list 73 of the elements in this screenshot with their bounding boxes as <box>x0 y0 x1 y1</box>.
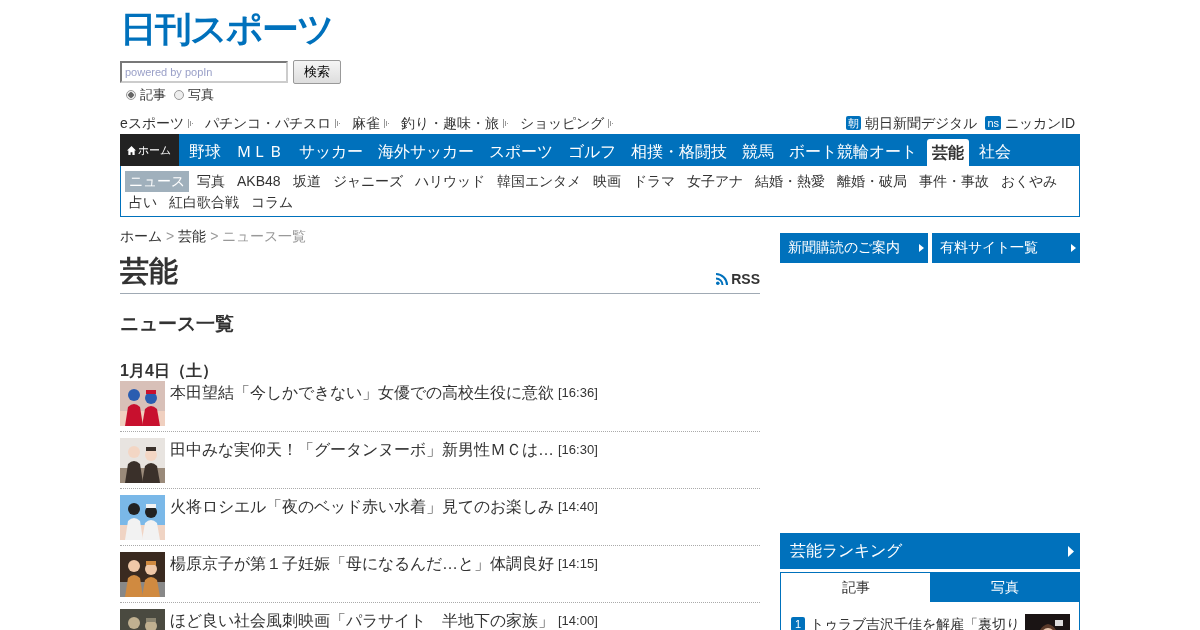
breadcrumb-separator: > <box>210 227 219 245</box>
site-badge-icon: 朝 <box>846 116 862 130</box>
ranking-header[interactable]: 芸能ランキング <box>780 533 1080 569</box>
radio-label: 写真 <box>188 86 214 104</box>
breadcrumb-separator: > <box>166 227 175 245</box>
home-icon <box>127 145 136 155</box>
breadcrumb-current: ニュース一覧 <box>222 227 307 245</box>
breadcrumb-link[interactable]: 芸能 <box>178 227 207 245</box>
subnav-link[interactable]: AKB48 <box>233 171 285 192</box>
subnav-link[interactable]: コラム <box>247 191 297 212</box>
news-headline[interactable]: ほど良い社会風刺映画「パラサイト 半地下の家族」 <box>170 609 554 630</box>
news-headline[interactable]: 火将ロシエル「夜のベッド赤い水着」見てのお楽しみ <box>170 495 554 519</box>
nav-tab[interactable]: サッカー <box>294 139 368 165</box>
triangle-icon <box>1068 545 1074 557</box>
search-button[interactable]: 検索 <box>293 60 341 84</box>
news-time: [14:15] <box>558 555 598 573</box>
subnav-link[interactable]: 写真 <box>193 171 229 192</box>
radio-label: 記事 <box>140 86 166 104</box>
radio-button[interactable] <box>126 90 136 100</box>
top-link[interactable]: ショッピング <box>519 114 604 132</box>
nav-tab[interactable]: ＭＬＢ <box>231 139 289 165</box>
ranking-tab[interactable]: 写真 <box>930 573 1079 602</box>
nav-tab[interactable]: ゴルフ <box>563 139 621 165</box>
top-link[interactable]: パチンコ・パチスロ <box>204 114 331 132</box>
subnav-link[interactable]: おくやみ <box>996 171 1061 192</box>
subnav-link[interactable]: 紅白歌合戦 <box>165 191 243 212</box>
nav-tab[interactable]: 芸能 <box>927 139 969 166</box>
news-time: [14:40] <box>558 498 598 516</box>
rank-badge: 1 <box>791 617 806 630</box>
subnav-link[interactable]: 映画 <box>588 171 625 192</box>
news-time: [14:00] <box>558 612 598 630</box>
news-time: [16:30] <box>558 441 598 459</box>
subnav-link[interactable]: 韓国エンタメ <box>492 171 585 192</box>
news-headline[interactable]: 楊原京子が第１子妊娠「母になるんだ…と」体調良好 <box>170 552 554 576</box>
triangle-icon <box>1071 244 1076 252</box>
subnav-link[interactable]: ジャニーズ <box>328 171 407 192</box>
nav-tab[interactable]: 海外サッカー <box>373 139 479 165</box>
nav-tab[interactable]: 競馬 <box>737 139 779 165</box>
home-tab[interactable]: ホーム <box>120 134 179 166</box>
subnav-link[interactable]: 女子アナ <box>682 171 747 192</box>
rss-icon <box>716 273 729 285</box>
search-field[interactable]: powered by popIn <box>120 61 288 83</box>
subnav-link[interactable]: 結婚・熱愛 <box>750 171 829 192</box>
sidebar-button[interactable]: 新聞購読のご案内 <box>780 233 928 263</box>
nav-tab[interactable]: 社会 <box>974 139 1016 165</box>
subnav-link[interactable]: ハリウッド <box>410 171 489 192</box>
sidebar-button[interactable]: 有料サイト一覧 <box>932 233 1080 263</box>
radio-button[interactable] <box>174 90 184 100</box>
subnav-link[interactable]: 事件・事故 <box>914 171 993 192</box>
top-link[interactable]: 釣り・趣味・旅 <box>400 114 499 132</box>
date-heading: 1月4日（土） <box>120 361 219 381</box>
news-headline[interactable]: 本田望結「今しかできない」女優での高校生役に意欲 <box>170 381 554 405</box>
section-title: ニュース一覧 <box>120 312 235 336</box>
nav-tab[interactable]: ボート競輪オート <box>784 139 922 165</box>
partner-link[interactable]: 朝日新聞デジタル <box>865 114 978 132</box>
news-time: [16:36] <box>558 384 598 402</box>
subnav-link[interactable]: 離婚・破局 <box>832 171 911 192</box>
triangle-icon <box>919 244 924 252</box>
logo[interactable]: 日刊スポーツ <box>120 9 333 51</box>
breadcrumb-link[interactable]: ホーム <box>120 227 162 245</box>
rss-link[interactable]: RSS <box>716 271 760 287</box>
top-link[interactable]: eスポーツ <box>120 114 184 132</box>
nav-tab[interactable]: 野球 <box>184 139 226 165</box>
subnav-link[interactable]: ドラマ <box>628 171 679 192</box>
nav-tab[interactable]: スポーツ <box>484 139 558 165</box>
page-title: 芸能 <box>120 254 178 289</box>
news-headline[interactable]: 田中みな実仰天！「グータンヌーボ」新男性ＭＣは… <box>170 438 554 462</box>
partner-link[interactable]: ニッカンID <box>1005 114 1075 132</box>
site-badge-icon: ns <box>985 116 1001 130</box>
top-link[interactable]: 麻雀 <box>351 114 380 132</box>
nav-tab[interactable]: 相撲・格闘技 <box>626 139 732 165</box>
subnav-link[interactable]: 坂道 <box>288 171 325 192</box>
subnav-link[interactable]: 占い <box>125 191 161 212</box>
